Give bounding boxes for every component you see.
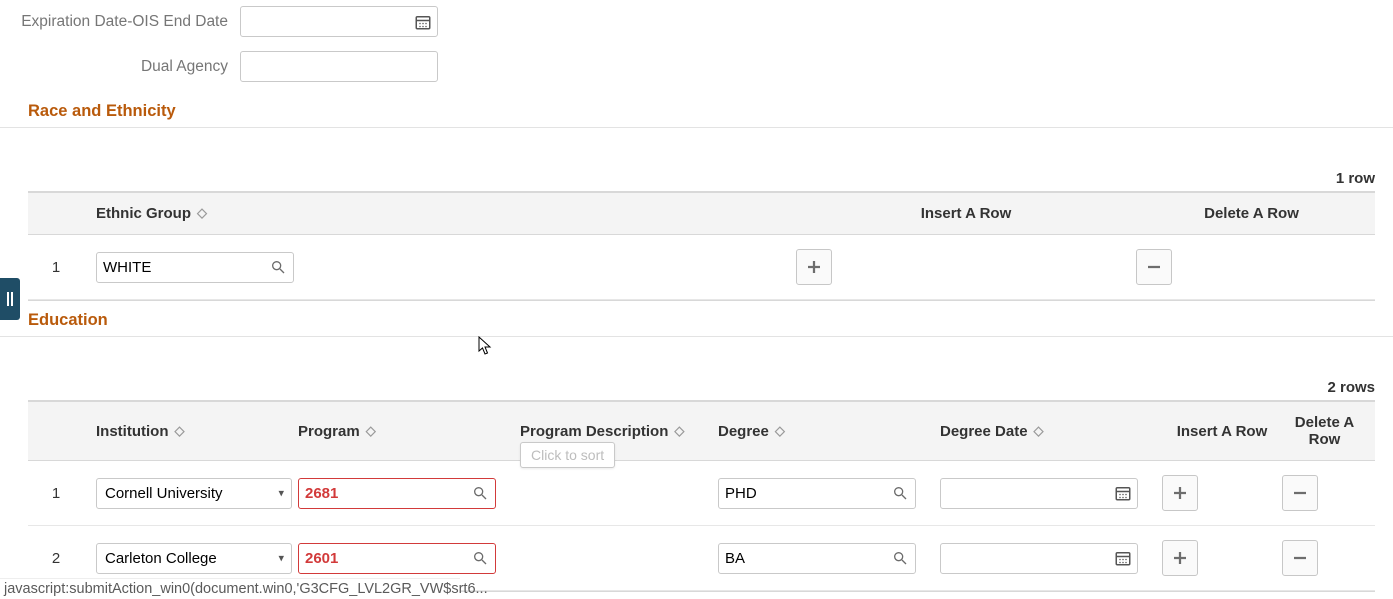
sort-tooltip: Click to sort xyxy=(520,442,615,468)
delete-row-column-header: Delete A Row xyxy=(1282,414,1367,448)
side-panel-toggle[interactable] xyxy=(0,278,20,320)
education-table-header: Institution◇ Program◇ Program Descriptio… xyxy=(28,401,1375,461)
institution-select[interactable]: Carleton College xyxy=(96,543,292,574)
sort-icon: ◇ xyxy=(197,205,207,221)
sort-icon: ◇ xyxy=(1034,423,1044,439)
row-number: 1 xyxy=(36,485,76,502)
sort-icon: ◇ xyxy=(674,423,684,439)
row-number: 2 xyxy=(36,550,76,567)
race-ethnicity-heading: Race and Ethnicity xyxy=(0,96,1393,128)
search-icon[interactable] xyxy=(890,548,910,568)
program-input[interactable] xyxy=(298,478,496,509)
insert-row-column-header: Insert A Row xyxy=(796,205,1136,222)
degree-date-input[interactable] xyxy=(940,543,1138,574)
institution-select[interactable]: Cornell University xyxy=(96,478,292,509)
education-table: Institution◇ Program◇ Program Descriptio… xyxy=(28,400,1375,592)
degree-input[interactable] xyxy=(718,543,916,574)
degree-date-column-header[interactable]: Degree Date◇ xyxy=(940,423,1162,440)
add-row-button[interactable] xyxy=(1162,475,1198,511)
calendar-icon[interactable] xyxy=(412,11,434,33)
ethnic-table-header: Ethnic Group◇ Insert A Row Delete A Row xyxy=(28,192,1375,235)
sort-icon: ◇ xyxy=(775,423,785,439)
delete-row-button[interactable] xyxy=(1136,249,1172,285)
ethnic-table-row: 1 xyxy=(28,235,1375,300)
ethnic-group-table: Ethnic Group◇ Insert A Row Delete A Row … xyxy=(28,191,1375,301)
expiration-date-label: Expiration Date-OIS End Date xyxy=(0,12,240,31)
row-number: 1 xyxy=(36,259,76,276)
calendar-icon[interactable] xyxy=(1112,482,1134,504)
delete-row-button[interactable] xyxy=(1282,540,1318,576)
program-input[interactable] xyxy=(298,543,496,574)
ethnic-group-input[interactable] xyxy=(96,252,294,283)
search-icon[interactable] xyxy=(470,548,490,568)
sort-icon: ◇ xyxy=(174,423,184,439)
delete-row-column-header: Delete A Row xyxy=(1136,205,1367,222)
race-row-count: 1 row xyxy=(0,164,1393,191)
add-row-button[interactable] xyxy=(796,249,832,285)
program-column-header[interactable]: Program◇ xyxy=(298,423,520,440)
education-heading: Education xyxy=(0,305,1393,337)
dual-agency-row: Dual Agency xyxy=(0,51,1393,82)
institution-column-header[interactable]: Institution◇ xyxy=(76,423,298,440)
degree-column-header[interactable]: Degree◇ xyxy=(718,423,940,440)
expiration-date-input[interactable] xyxy=(240,6,438,37)
search-icon[interactable] xyxy=(268,257,288,277)
expiration-date-row: Expiration Date-OIS End Date xyxy=(0,6,1393,37)
degree-date-input[interactable] xyxy=(940,478,1138,509)
calendar-icon[interactable] xyxy=(1112,547,1134,569)
search-icon[interactable] xyxy=(890,483,910,503)
insert-row-column-header: Insert A Row xyxy=(1162,423,1282,440)
degree-input[interactable] xyxy=(718,478,916,509)
sort-icon: ◇ xyxy=(366,423,376,439)
dual-agency-input[interactable] xyxy=(240,51,438,82)
delete-row-button[interactable] xyxy=(1282,475,1318,511)
program-description-column-header[interactable]: Program Description◇ xyxy=(520,423,718,440)
education-row-count: 2 rows xyxy=(0,373,1393,400)
education-table-row: 1 Cornell University xyxy=(28,461,1375,526)
search-icon[interactable] xyxy=(470,483,490,503)
browser-status-bar: javascript:submitAction_win0(document.wi… xyxy=(0,578,460,599)
add-row-button[interactable] xyxy=(1162,540,1198,576)
dual-agency-label: Dual Agency xyxy=(0,57,240,76)
ethnic-group-column-header[interactable]: Ethnic Group◇ xyxy=(76,205,796,222)
